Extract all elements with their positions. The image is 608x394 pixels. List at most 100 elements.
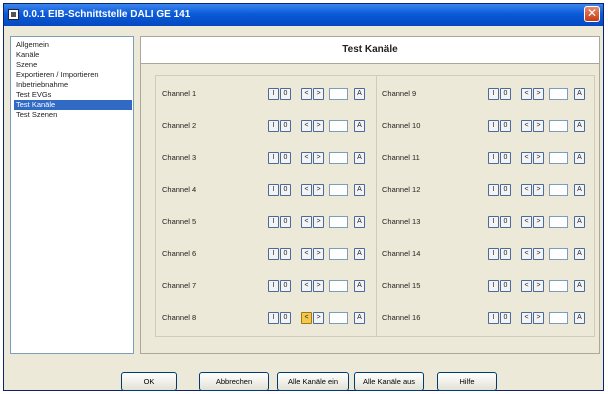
channel-on-button[interactable]: I: [268, 216, 279, 228]
nav-item-export-import[interactable]: Exportieren / Importieren: [14, 70, 132, 80]
channel-on-button[interactable]: I: [488, 248, 499, 260]
channel-dim-down-button[interactable]: <: [521, 184, 532, 196]
channel-value-input[interactable]: [549, 152, 568, 164]
channel-on-button[interactable]: I: [488, 216, 499, 228]
channel-value-input[interactable]: [329, 216, 348, 228]
channel-dim-down-button[interactable]: <: [521, 120, 532, 132]
channel-apply-button[interactable]: A: [354, 312, 365, 324]
ok-button[interactable]: OK: [121, 372, 177, 391]
channel-apply-button[interactable]: A: [574, 184, 585, 196]
channel-dim-down-button[interactable]: <: [301, 184, 312, 196]
channel-dim-up-button[interactable]: >: [533, 216, 544, 228]
channel-on-button[interactable]: I: [488, 120, 499, 132]
channel-apply-button[interactable]: A: [354, 248, 365, 260]
channel-apply-button[interactable]: A: [574, 312, 585, 324]
channel-dim-down-button[interactable]: <: [521, 280, 532, 292]
channel-dim-down-button[interactable]: <: [301, 88, 312, 100]
channel-dim-up-button[interactable]: >: [313, 248, 324, 260]
channel-dim-up-button[interactable]: >: [533, 248, 544, 260]
channel-off-button[interactable]: 0: [280, 120, 291, 132]
channel-apply-button[interactable]: A: [354, 280, 365, 292]
channel-off-button[interactable]: 0: [500, 88, 511, 100]
channel-off-button[interactable]: 0: [500, 184, 511, 196]
channel-dim-up-button[interactable]: >: [313, 88, 324, 100]
all-off-button[interactable]: Alle Kanäle aus: [354, 372, 424, 391]
nav-item-test-evgs[interactable]: Test EVGs: [14, 90, 132, 100]
channel-dim-down-button[interactable]: <: [301, 312, 312, 324]
channel-on-button[interactable]: I: [488, 312, 499, 324]
channel-dim-down-button[interactable]: <: [301, 248, 312, 260]
channel-off-button[interactable]: 0: [280, 312, 291, 324]
channel-on-button[interactable]: I: [488, 184, 499, 196]
channel-apply-button[interactable]: A: [574, 88, 585, 100]
channel-off-button[interactable]: 0: [280, 216, 291, 228]
channel-value-input[interactable]: [549, 248, 568, 260]
channel-dim-down-button[interactable]: <: [521, 88, 532, 100]
channel-on-button[interactable]: I: [268, 88, 279, 100]
channel-value-input[interactable]: [549, 280, 568, 292]
channel-apply-button[interactable]: A: [574, 216, 585, 228]
channel-on-button[interactable]: I: [268, 152, 279, 164]
channel-on-button[interactable]: I: [268, 248, 279, 260]
channel-apply-button[interactable]: A: [354, 184, 365, 196]
channel-dim-down-button[interactable]: <: [521, 248, 532, 260]
channel-dim-down-button[interactable]: <: [301, 120, 312, 132]
channel-apply-button[interactable]: A: [574, 280, 585, 292]
channel-off-button[interactable]: 0: [500, 312, 511, 324]
channel-on-button[interactable]: I: [268, 184, 279, 196]
title-bar[interactable]: 0.0.1 EIB-Schnittstelle DALI GE 141 ✕: [4, 4, 603, 26]
channel-apply-button[interactable]: A: [354, 120, 365, 132]
channel-dim-down-button[interactable]: <: [301, 216, 312, 228]
channel-on-button[interactable]: I: [268, 280, 279, 292]
channel-off-button[interactable]: 0: [500, 216, 511, 228]
channel-off-button[interactable]: 0: [500, 120, 511, 132]
channel-dim-up-button[interactable]: >: [533, 280, 544, 292]
channel-apply-button[interactable]: A: [574, 152, 585, 164]
channel-dim-down-button[interactable]: <: [301, 152, 312, 164]
channel-apply-button[interactable]: A: [354, 88, 365, 100]
channel-dim-up-button[interactable]: >: [533, 120, 544, 132]
channel-on-button[interactable]: I: [488, 88, 499, 100]
channel-dim-up-button[interactable]: >: [533, 152, 544, 164]
cancel-button[interactable]: Abbrechen: [199, 372, 269, 391]
channel-off-button[interactable]: 0: [280, 152, 291, 164]
channel-value-input[interactable]: [329, 248, 348, 260]
nav-item-inbetriebnahme[interactable]: Inbetriebnahme: [14, 80, 132, 90]
channel-off-button[interactable]: 0: [500, 152, 511, 164]
channel-off-button[interactable]: 0: [280, 184, 291, 196]
help-button[interactable]: Hilfe: [437, 372, 497, 391]
nav-item-test-szenen[interactable]: Test Szenen: [14, 110, 132, 120]
channel-on-button[interactable]: I: [268, 312, 279, 324]
channel-value-input[interactable]: [329, 312, 348, 324]
channel-value-input[interactable]: [329, 120, 348, 132]
channel-dim-up-button[interactable]: >: [313, 216, 324, 228]
channel-value-input[interactable]: [549, 216, 568, 228]
close-button[interactable]: ✕: [584, 6, 600, 22]
channel-dim-up-button[interactable]: >: [313, 280, 324, 292]
channel-value-input[interactable]: [549, 88, 568, 100]
channel-off-button[interactable]: 0: [500, 280, 511, 292]
channel-apply-button[interactable]: A: [354, 152, 365, 164]
channel-apply-button[interactable]: A: [574, 120, 585, 132]
nav-item-allgemein[interactable]: Allgemein: [14, 40, 132, 50]
channel-dim-up-button[interactable]: >: [313, 152, 324, 164]
channel-dim-up-button[interactable]: >: [313, 120, 324, 132]
channel-dim-up-button[interactable]: >: [533, 184, 544, 196]
channel-dim-up-button[interactable]: >: [533, 312, 544, 324]
channel-value-input[interactable]: [329, 152, 348, 164]
channel-value-input[interactable]: [329, 184, 348, 196]
nav-item-test-kanaele[interactable]: Test Kanäle: [14, 100, 132, 110]
channel-off-button[interactable]: 0: [280, 280, 291, 292]
channel-dim-up-button[interactable]: >: [313, 312, 324, 324]
channel-off-button[interactable]: 0: [280, 248, 291, 260]
channel-dim-down-button[interactable]: <: [521, 152, 532, 164]
channel-value-input[interactable]: [329, 280, 348, 292]
channel-value-input[interactable]: [549, 120, 568, 132]
channel-value-input[interactable]: [329, 88, 348, 100]
channel-value-input[interactable]: [549, 184, 568, 196]
channel-off-button[interactable]: 0: [500, 248, 511, 260]
channel-dim-up-button[interactable]: >: [313, 184, 324, 196]
channel-apply-button[interactable]: A: [574, 248, 585, 260]
channel-on-button[interactable]: I: [268, 120, 279, 132]
nav-item-szene[interactable]: Szene: [14, 60, 132, 70]
